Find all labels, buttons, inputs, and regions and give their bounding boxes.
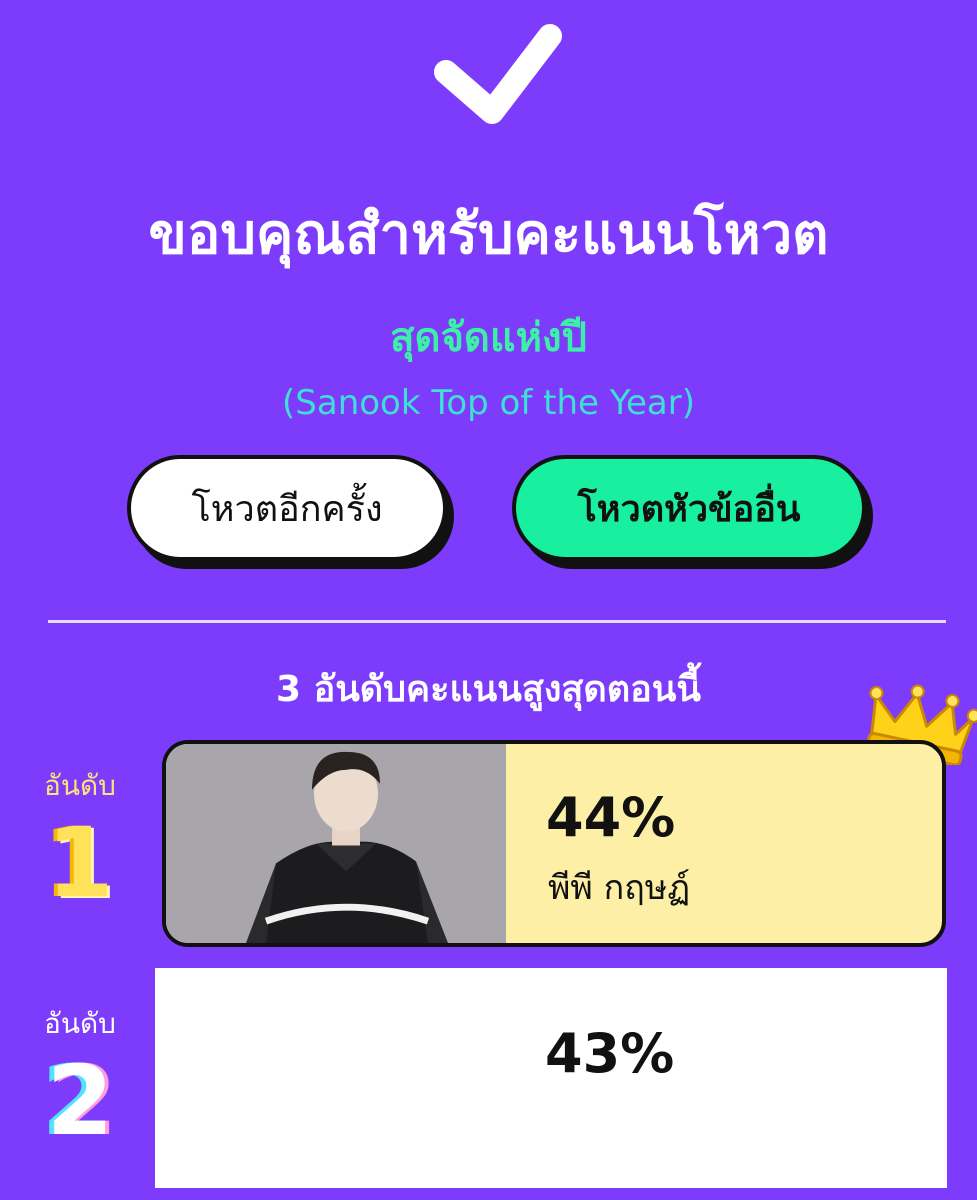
ranking-heading: 3 อันดับคะแนนสูงสุดตอนนี้ <box>275 669 701 710</box>
category-subtitle: (Sanook Top of the Year) <box>282 383 695 423</box>
candidate-photo <box>166 744 506 943</box>
checkmark-icon <box>434 24 562 124</box>
rank-1-name: พีพี กฤษฏ์ <box>548 868 691 908</box>
rank-1-label: อันดับ <box>44 769 116 802</box>
vote-again-button[interactable]: โหวตอีกครั้ง <box>127 455 447 561</box>
rank-1-percent: 44% <box>546 786 676 849</box>
rank-1-number: 1 <box>46 807 114 919</box>
vote-other-topic-button[interactable]: โหวตหัวข้ออื่น <box>512 455 866 561</box>
divider <box>48 620 946 623</box>
rank-1-card[interactable]: 44% พีพี กฤษฏ์ <box>162 740 946 947</box>
rank-2-card[interactable]: 43% <box>155 968 947 1188</box>
rank-2-number: 2 <box>46 1045 114 1157</box>
rank-2-label: อันดับ <box>44 1007 116 1040</box>
page-title: ขอบคุณสำหรับคะแนนโหวต <box>148 202 829 267</box>
category-title: สุดจัดแห่งปี <box>390 315 587 361</box>
rank-2-percent: 43% <box>545 1022 675 1085</box>
